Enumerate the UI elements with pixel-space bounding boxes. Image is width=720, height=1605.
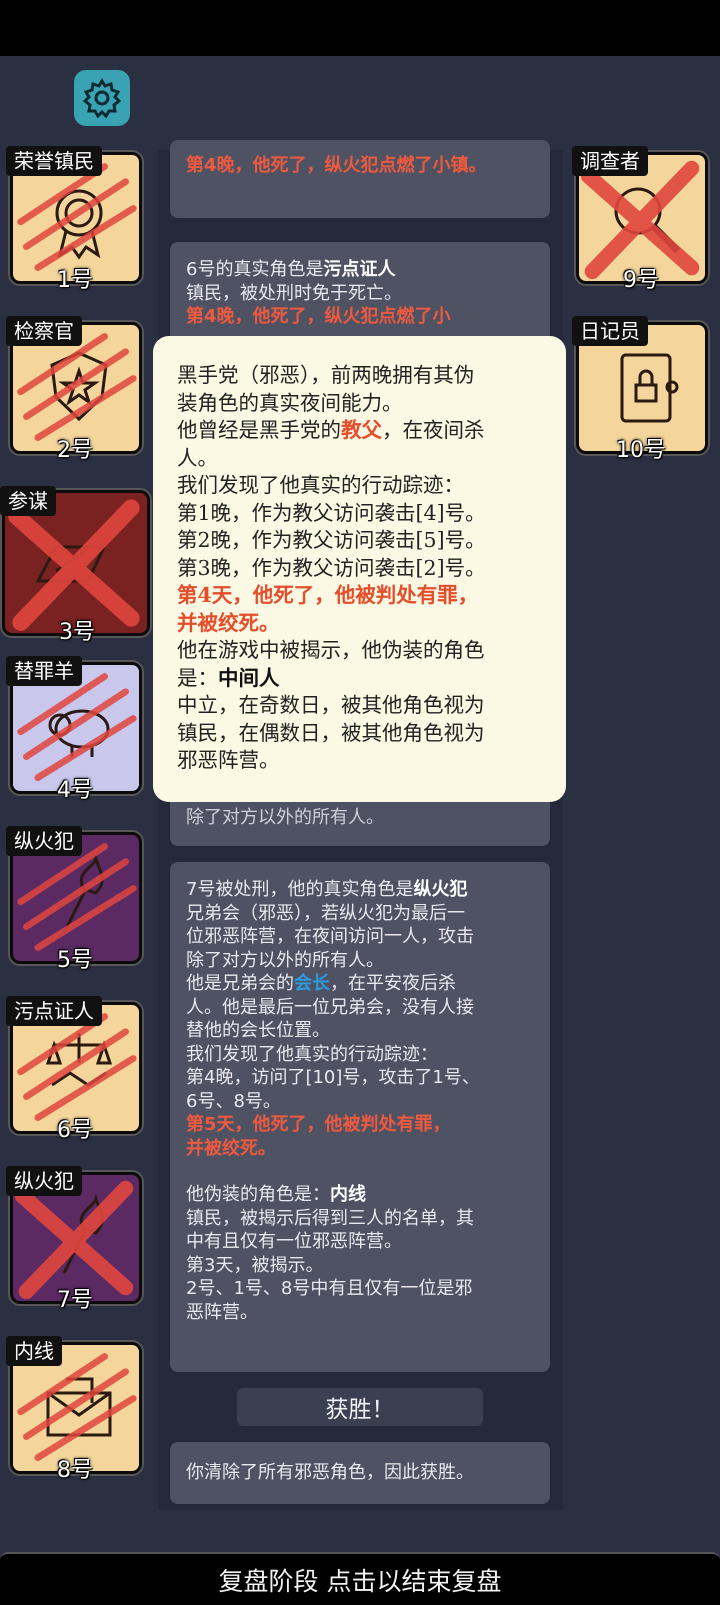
player-card[interactable]: 检察官 2号 <box>6 316 144 463</box>
popup-l3: 他曾经是黑手党的教父，在夜间杀 <box>177 418 485 442</box>
victory-label: 获胜！ <box>237 1388 483 1426</box>
feed-hidden-tail: 除了对方以外的所有人。 <box>186 807 384 828</box>
player-role-label: 参谋 <box>0 486 56 516</box>
player-number: 2号 <box>57 438 93 463</box>
player-number: 1号 <box>57 268 93 293</box>
player-role-label: 检察官 <box>6 316 82 346</box>
player-number: 9号 <box>623 268 659 293</box>
feed-card-night4: 第4晚，他死了，纵火犯点燃了小镇。 <box>170 140 550 218</box>
player-number: 5号 <box>57 948 93 973</box>
player-role-label: 内线 <box>6 1336 62 1366</box>
feed-p7-l12: 并被绞死。 <box>186 1137 276 1159</box>
popup-l6: 第1晚，作为教父访问袭击[4]号。 <box>177 500 486 525</box>
player-number: 3号 <box>59 620 95 645</box>
popup-l2: 装角色的真实夜间能力。 <box>177 390 403 415</box>
feed-p7-l17: 2号、1号、8号中有且仅有一位是邪 <box>186 1278 473 1299</box>
player-card[interactable]: 内线 8号 <box>6 1336 144 1483</box>
player-role-label: 污点证人 <box>6 996 102 1026</box>
feed-p7-l6: 人。他是最后一位兄弟会，没有人接 <box>186 996 474 1018</box>
role-detail-popup[interactable]: 黑手党（邪恶），前两晚拥有其伪 装角色的真实夜间能力。 他曾经是黑手党的教父，在… <box>153 336 566 802</box>
feed-night4-line: 第4晚，他死了，纵火犯点燃了小镇。 <box>186 155 487 176</box>
player-number: 8号 <box>57 1458 93 1483</box>
feed-card-final: 你清除了所有邪恶角色，因此获胜。 <box>170 1442 550 1504</box>
player-card[interactable]: 纵火犯 7号 <box>6 1166 144 1313</box>
popup-l1: 黑手党（邪恶），前两晚拥有其伪 <box>177 363 475 387</box>
player-role-label: 荣誉镇民 <box>6 146 102 176</box>
player-role-label: 日记员 <box>572 316 648 346</box>
player-role-label: 纵火犯 <box>6 826 82 856</box>
popup-l11: 他在游戏中被揭示，他伪装的角色 <box>177 638 485 662</box>
popup-l15: 邪恶阵营。 <box>177 748 280 772</box>
feed-p7-l9: 第4晚，访问了[10]号，攻击了1号、 <box>186 1067 480 1088</box>
feed-final-text: 你清除了所有邪恶角色，因此获胜。 <box>186 1462 474 1483</box>
popup-l13: 中立，在奇数日，被其他角色视为 <box>177 693 485 717</box>
popup-l10: 并被绞死。 <box>177 610 280 635</box>
feed-card-player7: 7号被处刑，他的真实角色是纵火犯 兄弟会（邪恶），若纵火犯为最后一 位邪恶阵营，… <box>170 862 550 1372</box>
feed-p7-l3: 位邪恶阵营，在夜间访问一人，攻击 <box>186 926 474 947</box>
player-number: 6号 <box>57 1118 93 1143</box>
popup-l14: 镇民，在偶数日，被其他角色视为 <box>177 720 485 745</box>
player-card[interactable]: 荣誉镇民 1号 <box>6 146 144 293</box>
player-card[interactable]: 纵火犯 5号 <box>6 826 144 973</box>
player-role-label: 纵火犯 <box>6 1166 82 1196</box>
feed-p7-l2: 兄弟会（邪恶），若纵火犯为最后一 <box>186 902 465 924</box>
popup-l5: 我们发现了他真实的行动踪迹： <box>177 473 464 497</box>
feed-p7-l5: 他是兄弟会的会长，在平安夜后杀 <box>186 973 456 994</box>
popup-l8: 第3晚，作为教父访问袭击[2]号。 <box>177 555 486 580</box>
feed-p7-l15: 中有且仅有一位邪恶阵营。 <box>186 1231 402 1252</box>
feed-p7-l18: 恶阵营。 <box>186 1301 258 1323</box>
feed-p6-line3: 第4晚，他死了，纵火犯点燃了小 <box>186 306 451 327</box>
feed-p6-line2: 镇民，被处刑时免于死亡。 <box>186 282 402 304</box>
locked-diary-icon <box>620 353 679 423</box>
popup-l12: 是：中间人 <box>177 665 280 690</box>
feed-p7-l11: 第5天，他死了，他被判处有罪， <box>186 1114 451 1135</box>
player-number: 4号 <box>57 778 93 803</box>
popup-l4: 人。 <box>177 445 218 470</box>
player-card[interactable]: 替罪羊 4号 <box>6 656 144 803</box>
player-card[interactable]: 调查者 9号 <box>572 146 710 293</box>
popup-l9: 第4天，他死了，他被判处有罪， <box>177 583 479 607</box>
settings-button[interactable] <box>74 70 130 126</box>
player-card[interactable]: 污点证人 6号 <box>6 996 144 1143</box>
popup-l7: 第2晚，作为教父访问袭击[5]号。 <box>177 528 486 552</box>
gear-icon <box>82 78 122 118</box>
feed-p6-line1: 6号的真实角色是污点证人 <box>186 259 396 280</box>
feed-p7-l13: 他伪装的角色是：内线 <box>186 1184 366 1205</box>
end-review-button[interactable]: 复盘阶段 点击以结束复盘 <box>0 1552 720 1605</box>
feed-p7-l7: 替他的会长位置。 <box>186 1020 330 1041</box>
status-bar <box>0 0 720 56</box>
player-role-label: 替罪羊 <box>6 656 82 686</box>
feed-p7-spacer <box>186 1160 534 1183</box>
player-role-label: 调查者 <box>572 146 648 176</box>
player-number: 7号 <box>57 1288 93 1313</box>
feed-p7-l10: 6号、8号。 <box>186 1090 281 1112</box>
feed-p7-l14: 镇民，被揭示后得到三人的名单，其 <box>186 1207 474 1229</box>
feed-p7-l4: 除了对方以外的所有人。 <box>186 949 384 971</box>
feed-p7-l16: 第3天，被揭示。 <box>186 1254 324 1276</box>
feed-p7-l8: 我们发现了他真实的行动踪迹： <box>186 1043 438 1065</box>
feed-p7-l1: 7号被处刑，他的真实角色是纵火犯 <box>186 879 468 900</box>
player-card[interactable]: 日记员 10号 <box>572 316 710 463</box>
player-card[interactable]: 参谋 3号 <box>0 486 154 645</box>
player-number: 10号 <box>616 438 666 463</box>
